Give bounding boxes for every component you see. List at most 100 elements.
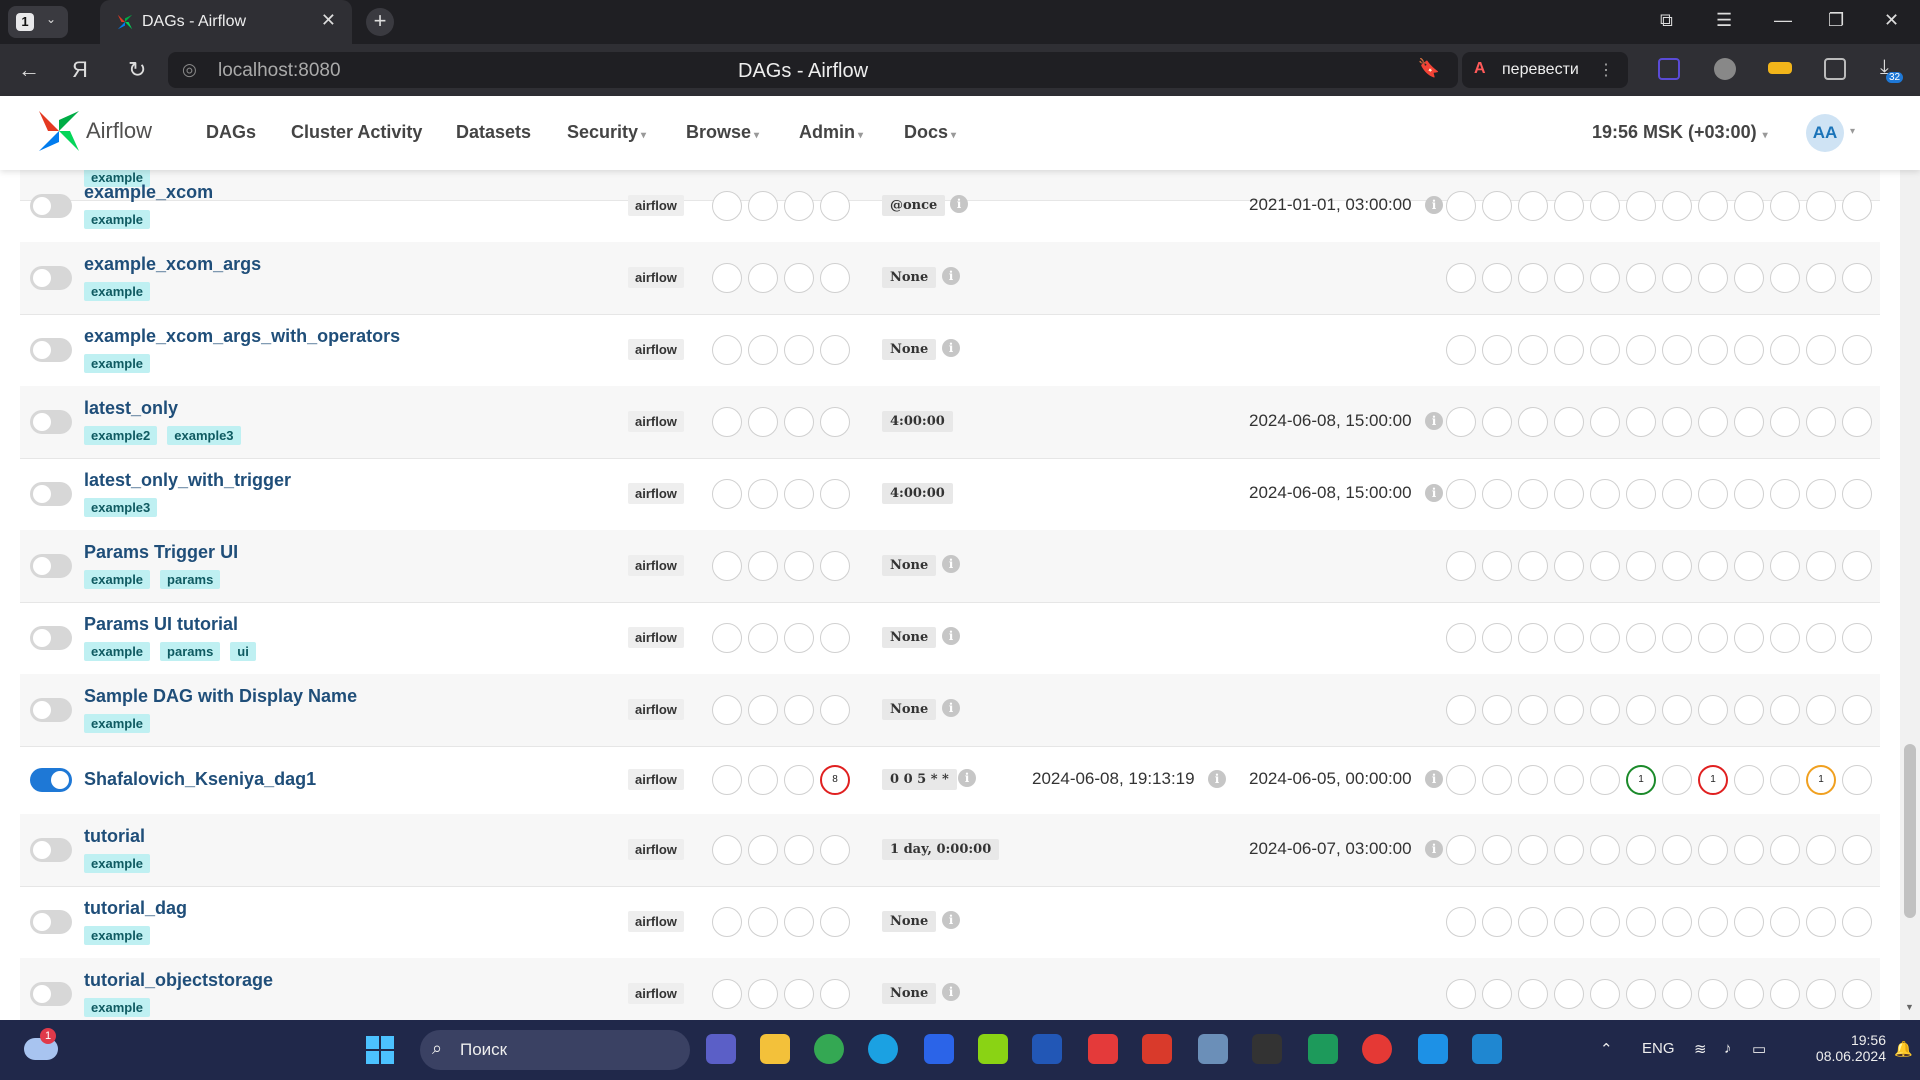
task-state-circle[interactable] (1446, 551, 1476, 581)
dag-tag[interactable]: example (84, 926, 151, 945)
browser-tab-active[interactable]: DAGs - Airflow ✕ (100, 0, 352, 44)
task-state-circle[interactable] (1446, 835, 1476, 865)
next-run-date[interactable]: 2024-06-08, 15:00:00 (1249, 411, 1412, 431)
dag-owner-badge[interactable]: airflow (628, 699, 684, 720)
task-state-circle[interactable] (1770, 765, 1800, 795)
address-bar[interactable]: ◎ localhost:8080 DAGs - Airflow 🔖 (168, 52, 1458, 88)
dag-name-link[interactable]: tutorial_objectstorage (84, 970, 273, 991)
scroll-down-icon[interactable]: ▼ (1905, 1002, 1914, 1012)
task-state-circle[interactable] (1734, 907, 1764, 937)
window-close-icon[interactable]: ✕ (1884, 10, 1899, 31)
dag-pause-toggle[interactable] (30, 266, 72, 290)
run-state-circle[interactable] (784, 765, 814, 795)
task-state-circle[interactable] (1734, 551, 1764, 581)
dag-owner-badge[interactable]: airflow (628, 627, 684, 648)
dag-owner-badge[interactable]: airflow (628, 411, 684, 432)
task-state-circle[interactable] (1590, 623, 1620, 653)
task-state-circle[interactable] (1446, 407, 1476, 437)
dag-pause-toggle[interactable] (30, 982, 72, 1006)
task-state-circle[interactable] (1446, 191, 1476, 221)
dag-owner-badge[interactable]: airflow (628, 769, 684, 790)
run-state-circle[interactable] (712, 623, 742, 653)
schedule-badge[interactable]: None (882, 699, 937, 720)
task-state-circle[interactable] (1482, 335, 1512, 365)
taskbar-search[interactable]: ⌕ Поиск (420, 1030, 690, 1070)
task-state-circle[interactable] (1734, 835, 1764, 865)
new-tab-button[interactable]: + (366, 8, 394, 36)
dag-owner-badge[interactable]: airflow (628, 555, 684, 576)
task-state-circle[interactable] (1626, 835, 1656, 865)
task-state-circle[interactable] (1446, 479, 1476, 509)
restore-icon[interactable]: ❐ (1828, 10, 1844, 31)
task-state-circle[interactable] (1446, 335, 1476, 365)
task-state-circle[interactable] (1590, 479, 1620, 509)
task-state-circle[interactable] (1734, 335, 1764, 365)
wifi-icon[interactable]: ≋ (1694, 1040, 1707, 1058)
schedule-badge[interactable]: 4:00:00 (882, 411, 953, 432)
run-state-circle[interactable] (784, 335, 814, 365)
dag-owner-badge[interactable]: airflow (628, 483, 684, 504)
task-state-circle[interactable] (1806, 191, 1836, 221)
task-state-circle[interactable] (1626, 551, 1656, 581)
task-state-circle[interactable] (1698, 551, 1728, 581)
dag-name-link[interactable]: tutorial_dag (84, 898, 187, 919)
task-state-circle[interactable] (1698, 623, 1728, 653)
dag-tag[interactable]: example (84, 714, 151, 733)
task-state-circle[interactable] (1806, 551, 1836, 581)
dag-tag[interactable]: example3 (167, 426, 241, 445)
task-state-circle[interactable] (1662, 335, 1692, 365)
run-state-circle[interactable] (820, 335, 850, 365)
task-state-circle[interactable] (1482, 695, 1512, 725)
run-state-circle[interactable] (820, 479, 850, 509)
run-state-circle[interactable] (748, 335, 778, 365)
task-state-circle[interactable] (1698, 263, 1728, 293)
task-state-circle[interactable] (1842, 907, 1872, 937)
vscode-icon[interactable] (1472, 1034, 1502, 1064)
dag-owner-badge[interactable]: airflow (628, 911, 684, 932)
more-vertical-icon[interactable]: ⋮ (1598, 60, 1614, 80)
task-state-circle[interactable] (1554, 407, 1584, 437)
task-state-circle[interactable] (1842, 979, 1872, 1009)
task-state-circle[interactable] (1734, 191, 1764, 221)
taskbar-clock[interactable]: 19:56 08.06.2024 (1808, 1032, 1886, 1064)
run-state-circle[interactable] (784, 263, 814, 293)
task-state-circle[interactable] (1698, 407, 1728, 437)
run-state-circle[interactable] (748, 407, 778, 437)
task-state-circle[interactable] (1698, 835, 1728, 865)
next-run-date[interactable]: 2024-06-05, 00:00:00 (1249, 769, 1412, 789)
info-icon[interactable]: i (1425, 412, 1443, 430)
nav-docs-dropdown[interactable]: Docs ▾ (904, 122, 956, 143)
task-state-circle[interactable] (1698, 191, 1728, 221)
task-state-circle[interactable] (1590, 765, 1620, 795)
file-explorer-icon[interactable] (760, 1034, 790, 1064)
task-state-circle[interactable] (1770, 623, 1800, 653)
schedule-badge[interactable]: None (882, 911, 937, 932)
timezone-dropdown[interactable]: 19:56 MSK (+03:00) ▾ (1592, 122, 1768, 143)
task-state-circle[interactable] (1662, 407, 1692, 437)
dag-pause-toggle[interactable] (30, 910, 72, 934)
info-icon[interactable]: i (942, 339, 960, 357)
task-state-circle[interactable] (1806, 835, 1836, 865)
nav-security-dropdown[interactable]: Security ▾ (567, 122, 646, 143)
task-state-circle[interactable] (1626, 695, 1656, 725)
task-state-circle[interactable] (1590, 551, 1620, 581)
task-state-circle[interactable] (1554, 191, 1584, 221)
run-state-circle[interactable] (748, 907, 778, 937)
task-state-circle[interactable] (1770, 979, 1800, 1009)
dag-tag[interactable]: example (84, 998, 151, 1017)
task-state-circle[interactable] (1842, 479, 1872, 509)
task-state-circle[interactable] (1482, 407, 1512, 437)
task-state-circle[interactable] (1554, 835, 1584, 865)
run-state-circle[interactable] (712, 263, 742, 293)
dag-name-link[interactable]: latest_only_with_trigger (84, 470, 291, 491)
task-state-circle[interactable] (1842, 765, 1872, 795)
schedule-badge[interactable]: None (882, 267, 937, 288)
task-state-circle[interactable] (1662, 835, 1692, 865)
task-state-circle[interactable] (1842, 335, 1872, 365)
chrome-icon[interactable] (814, 1034, 844, 1064)
pycharm-icon[interactable] (1252, 1034, 1282, 1064)
task-state-circle[interactable] (1518, 907, 1548, 937)
app-green-icon[interactable] (978, 1034, 1008, 1064)
info-icon[interactable]: i (1425, 770, 1443, 788)
run-state-circle[interactable] (820, 191, 850, 221)
